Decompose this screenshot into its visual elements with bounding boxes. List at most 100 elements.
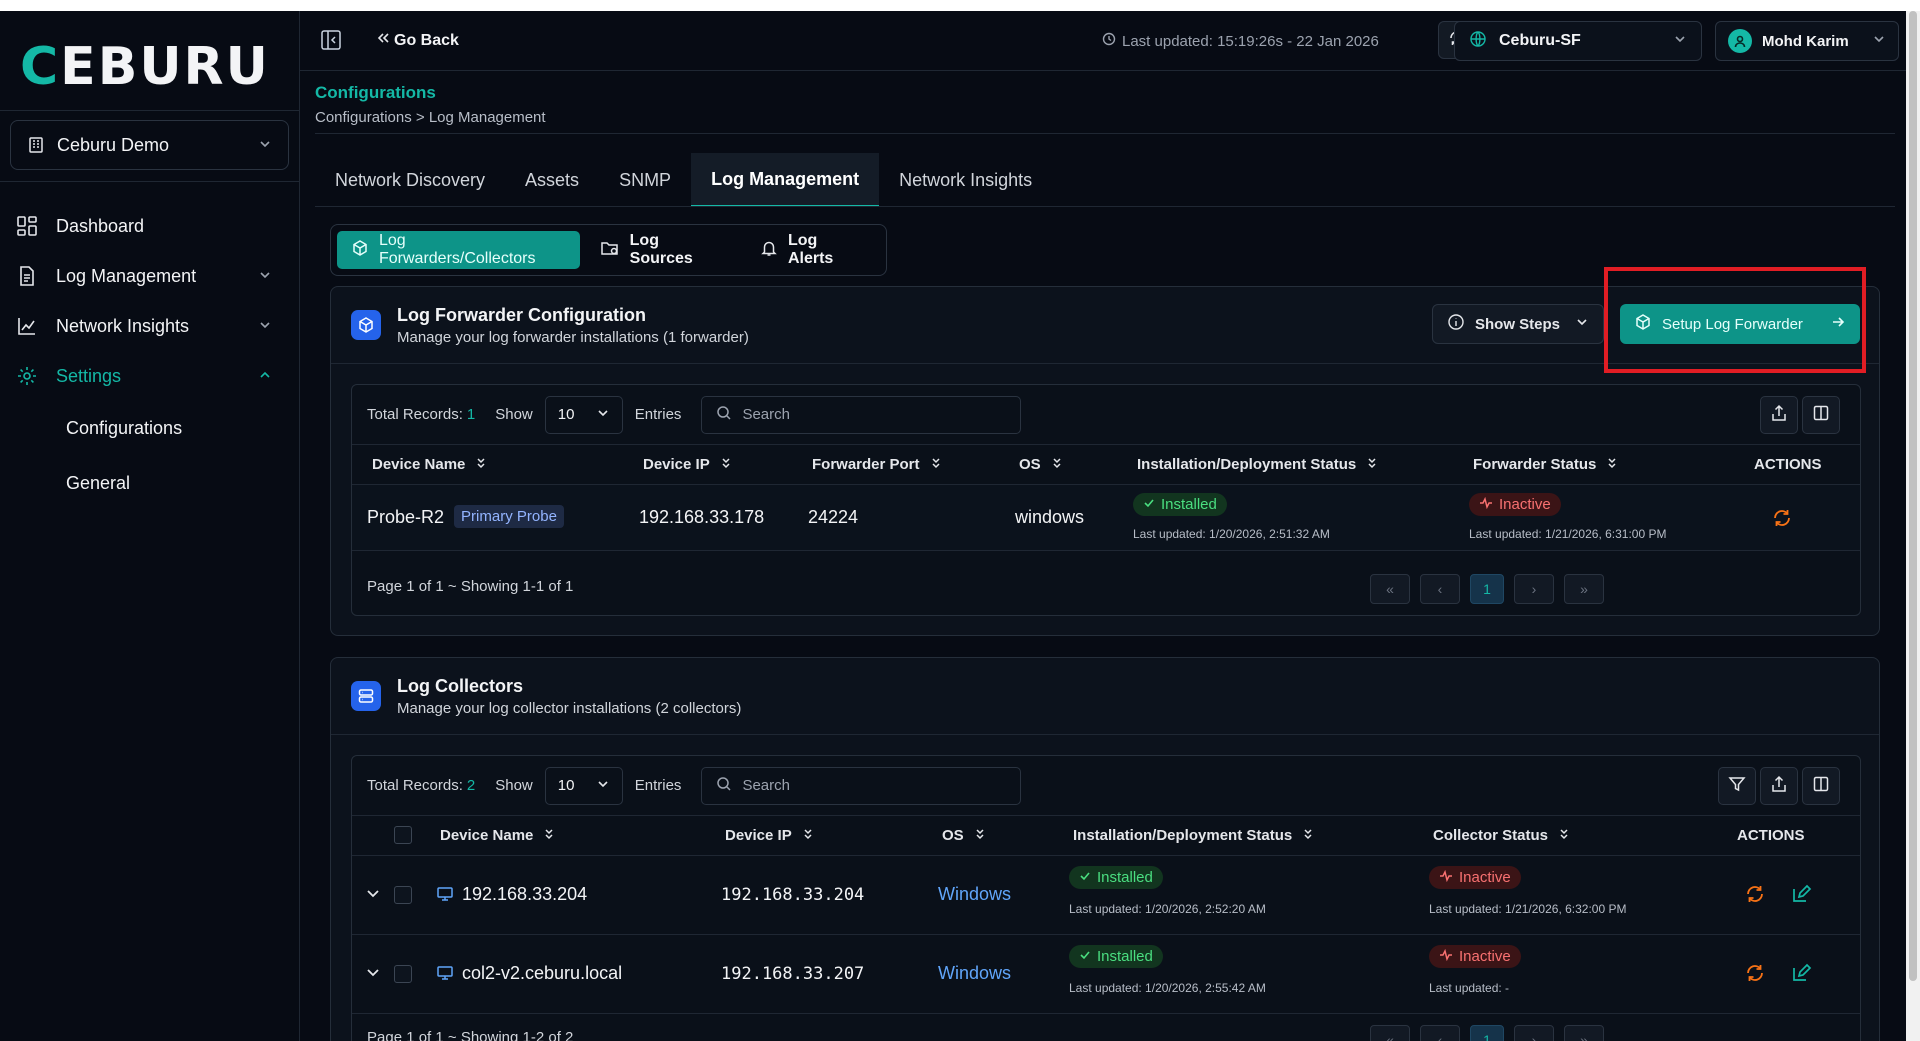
- sidebar-item-settings[interactable]: Settings: [0, 351, 300, 401]
- first-page-button[interactable]: «: [1370, 574, 1410, 604]
- page-button[interactable]: 1: [1470, 1025, 1504, 1041]
- subtab-label: Log Forwarders/Collectors: [379, 232, 536, 267]
- column-header-forwarder-port[interactable]: Forwarder Port: [812, 456, 942, 473]
- globe-icon: [1469, 30, 1487, 53]
- subtab-log-forwarders-collectors[interactable]: Log Forwarders/Collectors: [337, 231, 580, 269]
- page-scrollbar[interactable]: [1906, 11, 1920, 1041]
- dashboard-icon: [16, 215, 38, 237]
- breadcrumb: Configurations > Log Management: [315, 109, 546, 126]
- entries-select[interactable]: 10: [544, 766, 623, 805]
- row-checkbox[interactable]: [394, 886, 412, 904]
- site-selector[interactable]: Ceburu-SF: [1454, 21, 1702, 61]
- edit-icon[interactable]: [1790, 883, 1812, 905]
- tab-network-discovery[interactable]: Network Discovery: [315, 153, 505, 207]
- os-link[interactable]: Windows: [938, 963, 1011, 984]
- sidebar-item-dashboard[interactable]: Dashboard: [0, 201, 300, 251]
- sort-icon: [930, 456, 942, 473]
- table-header: Device Name Device IP OS Installation/De…: [352, 816, 1860, 856]
- reinstall-icon[interactable]: [1771, 507, 1793, 529]
- last-updated-text: Last updated: 15:19:26s - 22 Jan 2026: [1122, 32, 1379, 50]
- column-header-installation-status[interactable]: Installation/Deployment Status: [1137, 456, 1378, 473]
- top-bar: Go Back Last updated: 15:19:26s - 22 Jan…: [300, 11, 1906, 71]
- sidebar-subitem-configurations[interactable]: Configurations: [0, 401, 300, 456]
- box-icon: [351, 310, 381, 340]
- prev-page-button[interactable]: ‹: [1420, 1025, 1460, 1041]
- column-header-os[interactable]: OS: [942, 827, 986, 844]
- entries-label: Entries: [634, 777, 682, 794]
- last-page-button[interactable]: »: [1564, 1025, 1604, 1041]
- chevron-right-icon: ›: [1531, 1032, 1537, 1041]
- expand-row-icon[interactable]: [364, 963, 386, 985]
- log-collectors-card: Log Collectors Manage your log collector…: [330, 657, 1880, 1041]
- entries-select[interactable]: 10: [544, 395, 623, 434]
- folder-icon: [600, 239, 620, 262]
- sidebar-item-log-management[interactable]: Log Management: [0, 251, 300, 301]
- go-back-button[interactable]: Go Back: [376, 31, 459, 50]
- next-page-button[interactable]: ›: [1514, 574, 1554, 604]
- column-header-label: Collector Status: [1433, 827, 1549, 844]
- column-header-forwarder-status[interactable]: Forwarder Status: [1473, 456, 1618, 473]
- column-header-installation-status[interactable]: Installation/Deployment Status: [1073, 827, 1314, 844]
- share-icon: [1770, 404, 1788, 426]
- sidebar-item-network-insights[interactable]: Network Insights: [0, 301, 300, 351]
- tab-assets[interactable]: Assets: [505, 153, 599, 207]
- status-badge-label: Inactive: [1459, 869, 1511, 886]
- column-header-device-ip[interactable]: Device IP: [643, 456, 732, 473]
- next-page-button[interactable]: ›: [1514, 1025, 1554, 1041]
- search-box: [701, 766, 1022, 805]
- os-link[interactable]: Windows: [938, 884, 1011, 905]
- row-checkbox[interactable]: [394, 965, 412, 983]
- show-steps-button[interactable]: Show Steps: [1432, 304, 1604, 344]
- device-name: Probe-R2: [367, 507, 445, 527]
- select-all-checkbox[interactable]: [394, 826, 412, 844]
- org-selector[interactable]: Ceburu Demo: [10, 120, 289, 170]
- reinstall-icon[interactable]: [1744, 962, 1766, 984]
- page-button[interactable]: 1: [1470, 574, 1504, 604]
- search-box: [701, 395, 1022, 434]
- export-button[interactable]: [1760, 396, 1798, 434]
- tab-log-management[interactable]: Log Management: [691, 153, 880, 207]
- info-icon: [1447, 313, 1465, 335]
- columns-button[interactable]: [1802, 396, 1840, 434]
- search-input[interactable]: [742, 777, 993, 794]
- monitor-icon: [436, 964, 458, 986]
- column-header-label: Forwarder Port: [812, 456, 920, 473]
- last-page-button[interactable]: »: [1564, 574, 1604, 604]
- divider: [0, 110, 300, 111]
- pagination-info: Page 1 of 1 ~ Showing 1-1 of 1: [367, 578, 574, 595]
- status-badge: Installed: [1069, 866, 1163, 889]
- tab-snmp[interactable]: SNMP: [599, 153, 691, 207]
- collector-status: Inactive: [1429, 866, 1521, 889]
- card-title: Log Collectors: [397, 676, 524, 696]
- collector-status-updated: Last updated: -: [1429, 981, 1510, 995]
- sort-icon: [802, 827, 814, 844]
- tab-network-insights[interactable]: Network Insights: [879, 153, 1052, 207]
- search-input[interactable]: [742, 406, 993, 423]
- status-badge-label: Inactive: [1459, 948, 1511, 965]
- column-header-device-ip[interactable]: Device IP: [725, 827, 814, 844]
- edit-icon[interactable]: [1790, 962, 1812, 984]
- collapse-sidebar-icon[interactable]: [320, 29, 342, 51]
- chevrons-left-icon: [376, 31, 390, 50]
- prev-page-button[interactable]: ‹: [1420, 574, 1460, 604]
- reinstall-icon[interactable]: [1744, 883, 1766, 905]
- column-header-collector-status[interactable]: Collector Status: [1433, 827, 1570, 844]
- subtab-log-sources[interactable]: Log Sources: [586, 231, 740, 269]
- chevrons-left-icon: «: [1386, 1032, 1394, 1041]
- card-title: Log Forwarder Configuration: [397, 305, 646, 325]
- scrollbar-thumb[interactable]: [1909, 11, 1917, 981]
- chevron-down-icon: [1575, 315, 1589, 333]
- expand-row-icon[interactable]: [364, 884, 386, 906]
- collector-status-updated: Last updated: 1/21/2026, 6:32:00 PM: [1429, 902, 1627, 916]
- column-header-device-name[interactable]: Device Name: [440, 827, 555, 844]
- columns-button[interactable]: [1802, 767, 1840, 805]
- sidebar-subitem-general[interactable]: General: [0, 456, 300, 511]
- export-button[interactable]: [1760, 767, 1798, 805]
- subtab-log-alerts[interactable]: Log Alerts: [746, 231, 880, 269]
- column-header-os[interactable]: OS: [1019, 456, 1063, 473]
- user-menu[interactable]: Mohd Karim: [1715, 21, 1899, 61]
- filter-button[interactable]: [1718, 767, 1756, 805]
- column-header-device-name[interactable]: Device Name: [372, 456, 487, 473]
- first-page-button[interactable]: «: [1370, 1025, 1410, 1041]
- installation-updated: Last updated: 1/20/2026, 2:52:20 AM: [1069, 902, 1266, 916]
